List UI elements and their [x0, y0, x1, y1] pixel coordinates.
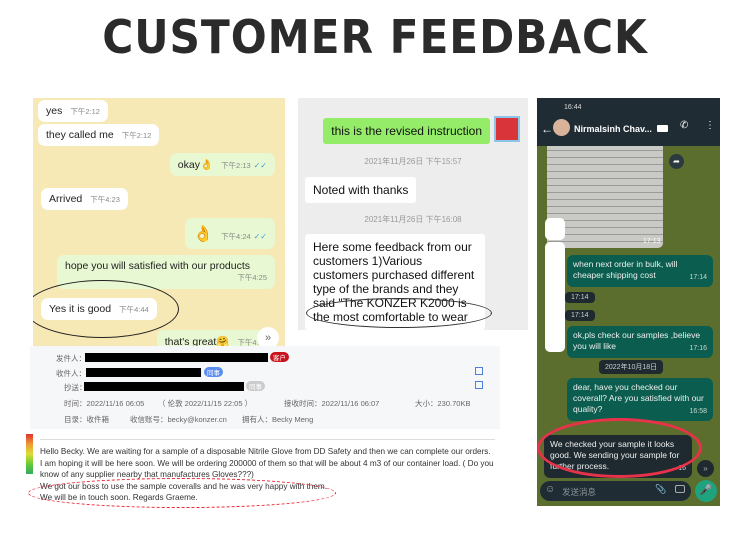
- message-bubble: Noted with thanks: [305, 177, 417, 203]
- message-bubble: 👌 下午4:24 ✓✓: [185, 218, 275, 249]
- email-screenshot: 发件人： 客户 收件人： 同事 抄送： 同事 时间：2022/11/16 06:…: [26, 346, 500, 511]
- email-size: 大小：230.70KB: [415, 399, 471, 408]
- more-options-icon[interactable]: ⋮: [705, 120, 715, 131]
- email-paragraph: Hello Becky. We are waiting for a sample…: [40, 447, 494, 479]
- message-bubble: when next order in bulk, will cheaper sh…: [567, 255, 713, 287]
- to-label: 收件人：: [56, 369, 86, 378]
- message-bubble: ok,pls check our samples ,believe you wi…: [567, 326, 713, 358]
- status-time: 16:44: [564, 104, 582, 111]
- avatar[interactable]: [553, 119, 570, 136]
- date-divider: 2022年10月18日: [599, 360, 664, 374]
- divider: [40, 439, 495, 440]
- message-bubble: Arrived 下午4:23: [41, 188, 128, 210]
- phone-icon[interactable]: ✆: [680, 120, 688, 131]
- message-bubble: 17:14: [565, 310, 595, 321]
- highlight-circle: [28, 478, 336, 508]
- copy-icon[interactable]: [475, 367, 483, 375]
- read-receipt-icon: ✓✓: [253, 232, 267, 241]
- email-owner: 拥有人：Becky Meng: [242, 415, 314, 424]
- emoji-icon[interactable]: ☺: [545, 484, 555, 495]
- sender-local-time: （ 伦敦 2022/11/15 22:05 ）: [158, 399, 253, 408]
- input-placeholder: 发送消息: [562, 487, 597, 497]
- customer-badge: 客户: [270, 352, 289, 362]
- copy-icon[interactable]: [475, 381, 483, 389]
- redacted-block: [84, 382, 244, 391]
- colleague-badge: 同事: [246, 381, 265, 391]
- forward-icon[interactable]: ➦: [669, 154, 684, 169]
- camera-icon[interactable]: [675, 485, 685, 493]
- redacted-block: [86, 368, 201, 377]
- scroll-down-button[interactable]: »: [257, 327, 279, 348]
- message-bubble: 17:14: [565, 292, 595, 303]
- timestamp: 2021年11月26日 下午15:57: [364, 157, 462, 166]
- scroll-down-button[interactable]: »: [697, 460, 714, 477]
- back-arrow-icon[interactable]: ←: [541, 122, 553, 136]
- timestamp: 17:13: [643, 238, 661, 245]
- message-input[interactable]: ☺ 发送消息 📎: [540, 481, 691, 501]
- email-time: 时间：2022/11/16 06:05: [64, 399, 145, 408]
- timestamp: 2021年11月26日 下午16:08: [364, 215, 462, 224]
- wechat-chat-screenshot: this is the revised instruction 2021年11月…: [298, 98, 528, 330]
- message-bubble: okay👌 下午2:13 ✓✓: [169, 153, 275, 176]
- message-bubble: dear, have you checked our coverall? Are…: [567, 378, 713, 421]
- from-label: 发件人：: [56, 354, 86, 363]
- microphone-icon[interactable]: 🎤: [695, 480, 717, 502]
- highlight-circle: [33, 280, 179, 338]
- whatsapp-chat-screenshot-2: 16:44 ← Nirmalsinh Chav... ✆ ⋮ 17:13 ➦ w…: [537, 98, 720, 506]
- whatsapp-chat-screenshot-1: yes 下午2:12 they called me 下午2:12 okay👌 下午2:…: [33, 98, 285, 348]
- contact-name[interactable]: Nirmalsinh Chav...: [574, 124, 652, 134]
- side-toolbar[interactable]: [545, 242, 565, 352]
- redacted-block: [85, 353, 268, 362]
- highlight-circle: [306, 298, 492, 328]
- side-toolbar-button[interactable]: [545, 218, 565, 240]
- message-bubble: they called me 下午2:12: [38, 124, 160, 146]
- message-bubble: this is the revised instruction: [323, 118, 490, 144]
- email-folder: 目录：收件箱: [64, 415, 109, 424]
- video-call-icon[interactable]: [657, 125, 668, 132]
- email-account: 收信账号：becky@konzer.cn: [130, 415, 227, 424]
- highlight-circle: [537, 418, 702, 478]
- page-title: CUSTOMER FEEDBACK: [102, 10, 648, 64]
- received-time: 接收时间：2022/11/16 06:07: [284, 399, 380, 408]
- read-receipt-icon: ✓✓: [253, 161, 267, 170]
- message-bubble: yes 下午2:12: [38, 100, 108, 122]
- email-header: 发件人： 客户 收件人： 同事 抄送： 同事 时间：2022/11/16 06:…: [30, 346, 500, 429]
- side-color-bar: [26, 434, 33, 474]
- colleague-badge: 同事: [204, 367, 223, 377]
- avatar: [494, 116, 520, 142]
- attach-icon[interactable]: 📎: [655, 484, 666, 495]
